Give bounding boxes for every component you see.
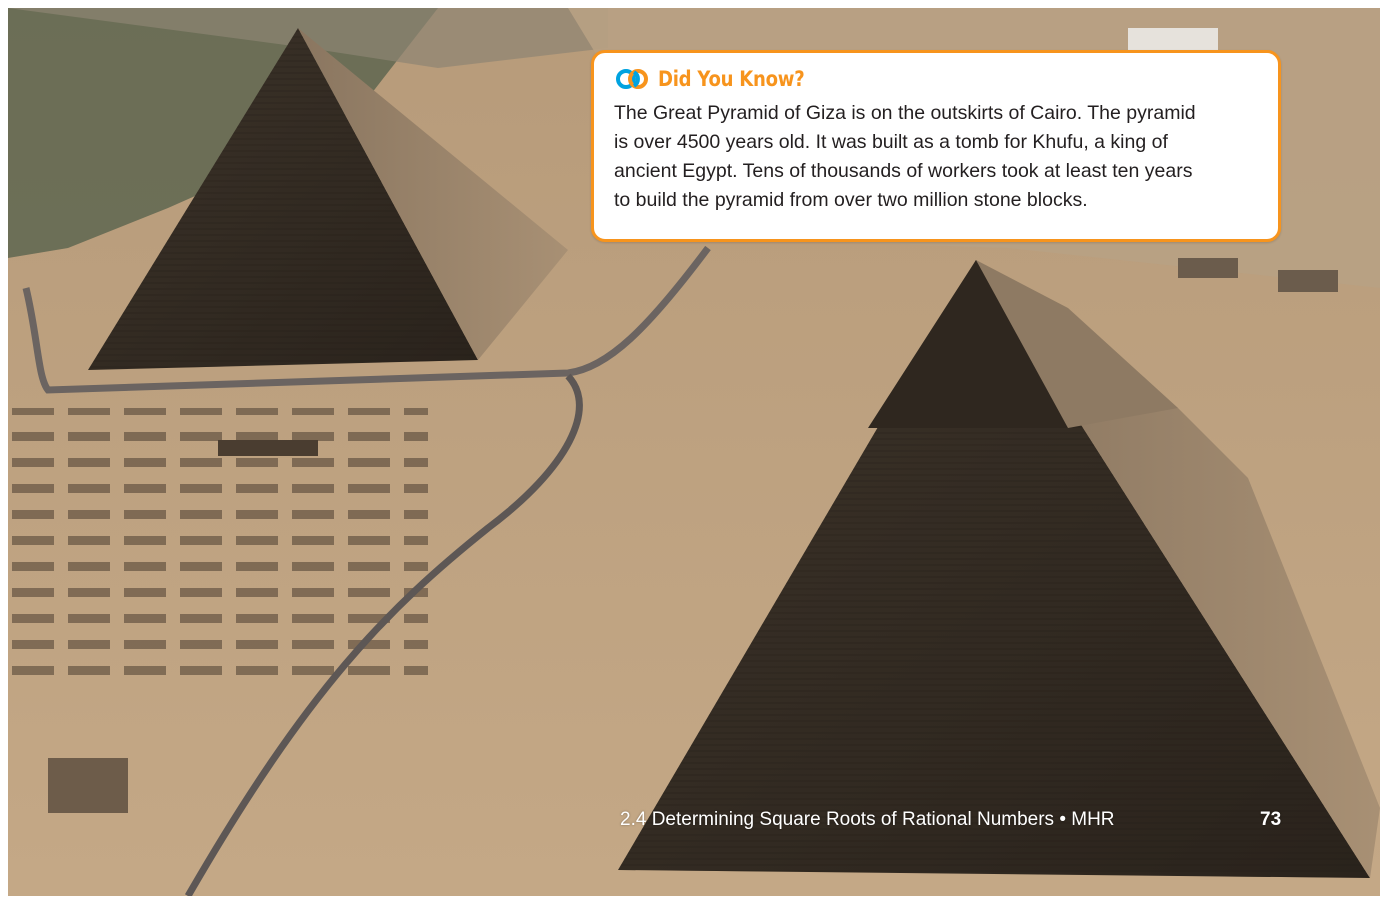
callout-body-line: ancient Egypt. Tens of thousands of work… xyxy=(614,160,1193,182)
callout-body-line: The Great Pyramid of Giza is on the outs… xyxy=(614,102,1196,124)
callout-body-line: to build the pyramid from over two milli… xyxy=(614,189,1088,211)
callout-body-line: is over 4500 years old. It was built as … xyxy=(614,131,1168,153)
callout-body: The Great Pyramid of Giza is on the outs… xyxy=(614,99,1258,215)
callout-title: Did You Know? xyxy=(658,67,805,91)
did-you-know-rings-icon xyxy=(616,69,648,89)
callout-header: Did You Know? xyxy=(614,65,1258,93)
page-number: 73 xyxy=(1260,809,1282,830)
page-footer-section-title: 2.4 Determining Square Roots of Rational… xyxy=(620,809,1115,830)
did-you-know-callout: Did You Know? The Great Pyramid of Giza … xyxy=(591,50,1281,242)
